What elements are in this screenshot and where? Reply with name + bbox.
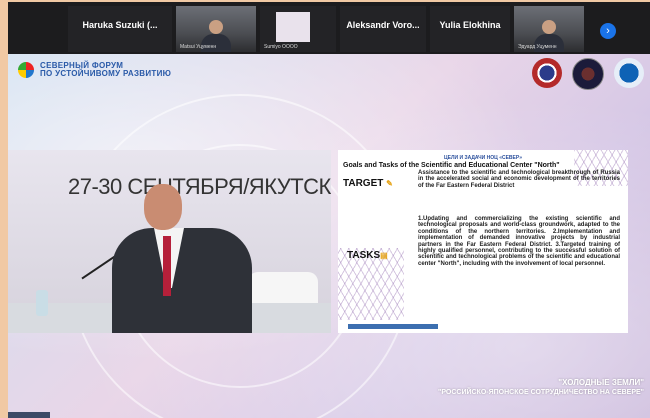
university-emblem-icon [572, 58, 604, 90]
water-bottle [36, 290, 48, 316]
speaker-head [144, 184, 182, 230]
flag-icon: ▤ [380, 251, 388, 260]
zoom-meeting-window: Haruka Suzuki (... Matsui Уцуменн Sumiyo… [0, 0, 650, 418]
participant-label: Эдуард Уцуменн [518, 44, 557, 50]
shared-screen: СЕВЕРНЫЙ ФОРУМ ПО УСТОЙЧИВОМУ РАЗВИТИЮ 2… [8, 54, 650, 418]
slide-footer-bar [348, 324, 438, 329]
participant-strip: Haruka Suzuki (... Matsui Уцуменн Sumiyo… [8, 2, 650, 54]
target-text: Assistance to the scientific and technol… [418, 170, 620, 189]
participant-head [542, 20, 556, 34]
center-emblem-icon [614, 58, 644, 88]
tasks-label: TASKS▤ [347, 250, 388, 261]
participant-label: Sumiyo OOOO [264, 44, 298, 50]
meeting-frame: Haruka Suzuki (... Matsui Уцуменн Sumiyo… [8, 2, 650, 418]
speaker-tie [163, 236, 171, 296]
corner-tag [8, 412, 50, 418]
emblem-row [532, 58, 644, 90]
participant-tile-3[interactable]: Sumiyo OOOO [260, 6, 336, 52]
participant-name: Yulia Elokhina [439, 20, 501, 30]
participant-tile-video-2[interactable]: Эдуард Уцуменн [514, 6, 584, 52]
slide-title-en: Goals and Tasks of the Scientific and Ed… [343, 162, 560, 169]
participant-name: Aleksandr Voro... [346, 20, 420, 30]
tasks-text: 1.Updating and commercializing the exist… [418, 216, 620, 267]
forum-logo-icon [18, 62, 34, 78]
slide-title-ru: ЦЕЛИ И ЗАДАЧИ НОЦ «СЕВЕР» [443, 155, 522, 161]
participant-head [209, 20, 223, 34]
tasks-label-text: TASKS [347, 250, 381, 261]
event-caption: "ХОЛОДНЫЕ ЗЕМЛИ" "РОССИЙСКО-ЯПОНСКОЕ СОТ… [438, 378, 644, 398]
caption-line1: "ХОЛОДНЫЕ ЗЕМЛИ" [558, 378, 644, 387]
speaker-body [112, 228, 252, 333]
target-label-text: TARGET [343, 178, 384, 189]
target-label: TARGET ✎ [343, 178, 393, 189]
participant-label: Matsui Уцуменн [180, 44, 217, 50]
forum-logo-block: СЕВЕРНЫЙ ФОРУМ ПО УСТОЙЧИВОМУ РАЗВИТИЮ [18, 62, 171, 78]
presentation-slide: ЦЕЛИ И ЗАДАЧИ НОЦ «СЕВЕР» Goals and Task… [338, 150, 628, 333]
caption-line2: "РОССИЙСКО-ЯПОНСКОЕ СОТРУДНИЧЕСТВО НА СЕ… [438, 389, 644, 396]
participant-tile-video-1[interactable]: Matsui Уцуменн [176, 6, 256, 52]
flag-icon: ✎ [386, 179, 393, 188]
participant-name: Haruka Suzuki (... [82, 20, 158, 30]
republic-emblem-icon [532, 58, 562, 88]
speaker-video: 27-30 СЕНТЯБРЯ/ЯКУТСК [8, 150, 331, 333]
participant-tile-yulia[interactable]: Yulia Elokhina [430, 6, 510, 52]
banner-date: 27-30 СЕНТЯБРЯ/ЯКУТСК [68, 174, 331, 199]
forum-title: СЕВЕРНЫЙ ФОРУМ ПО УСТОЙЧИВОМУ РАЗВИТИЮ [40, 62, 171, 78]
participant-avatar [276, 12, 310, 42]
chevron-right-icon[interactable]: › [600, 23, 616, 39]
participant-tile-haruka[interactable]: Haruka Suzuki (... [68, 6, 172, 52]
participant-tile-aleksandr[interactable]: Aleksandr Voro... [340, 6, 426, 52]
forum-title-line2: ПО УСТОЙЧИВОМУ РАЗВИТИЮ [40, 69, 172, 78]
